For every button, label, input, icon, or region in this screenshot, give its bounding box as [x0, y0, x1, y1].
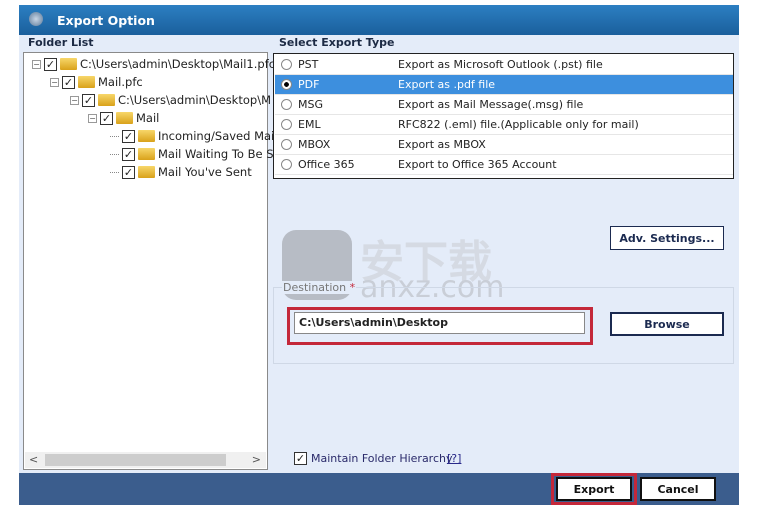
folder-icon: [138, 130, 155, 142]
tree-node[interactable]: ✓ Incoming/Saved Mai: [110, 129, 274, 143]
destination-label: Destination *: [282, 281, 357, 294]
option-name: MBOX: [298, 138, 331, 151]
folder-list-label: Folder List: [28, 36, 94, 49]
folder-icon: [116, 112, 133, 124]
collapse-icon[interactable]: −: [32, 59, 41, 69]
option-name: MSG: [298, 98, 323, 111]
option-description: Export as MBOX: [398, 138, 486, 151]
cancel-button[interactable]: Cancel: [640, 477, 716, 501]
export-type-option[interactable]: MBOX Export as MBOX: [275, 135, 733, 155]
tree-checkbox[interactable]: ✓: [122, 129, 135, 143]
option-description: Export to Office 365 Account: [398, 158, 557, 171]
tree-node-label: Incoming/Saved Mai: [158, 129, 275, 143]
scrollbar-thumb[interactable]: [45, 454, 226, 466]
help-link[interactable]: [?]: [447, 452, 461, 465]
tree-node-label: C:\Users\admin\Desktop\Mail1.pfc: [80, 57, 276, 71]
folder-tree[interactable]: − ✓ C:\Users\admin\Desktop\Mail1.pfc − ✓ Mail…: [23, 52, 275, 470]
folder-icon: [78, 76, 95, 88]
maintain-hierarchy-checkbox[interactable]: ✓: [294, 452, 307, 465]
radio-button[interactable]: [281, 159, 292, 170]
tree-line: [110, 171, 119, 173]
tree-node-label: Mail Waiting To Be S: [158, 147, 274, 161]
tree-node-label: Mail: [136, 111, 160, 125]
tree-node-label: Mail.pfc: [98, 75, 143, 89]
tree-node[interactable]: ✓ Mail You've Sent: [110, 165, 252, 179]
maintain-hierarchy-label: Maintain Folder Hierarchy: [311, 452, 453, 465]
tree-node[interactable]: − ✓ Mail: [88, 111, 159, 125]
browse-button[interactable]: Browse: [610, 312, 724, 336]
adv-settings-button[interactable]: Adv. Settings...: [610, 226, 724, 250]
export-type-option[interactable]: Office 365 Export to Office 365 Account: [275, 155, 733, 175]
tree-checkbox[interactable]: ✓: [82, 93, 95, 107]
tree-node[interactable]: ✓ Mail Waiting To Be S: [110, 147, 274, 161]
export-type-option[interactable]: MSG Export as Mail Message(.msg) file: [275, 95, 733, 115]
folder-icon: [60, 58, 77, 70]
option-description: RFC822 (.eml) file.(Applicable only for …: [398, 118, 639, 131]
export-button[interactable]: Export: [556, 477, 632, 501]
tree-checkbox[interactable]: ✓: [100, 111, 113, 125]
export-type-option[interactable]: PDF Export as .pdf file: [275, 75, 733, 95]
option-name: PST: [298, 58, 319, 71]
tree-node[interactable]: − ✓ Mail.pfc: [50, 75, 143, 89]
radio-button[interactable]: [281, 119, 292, 130]
tree-line: [110, 153, 119, 155]
collapse-icon[interactable]: −: [50, 77, 59, 87]
tree-checkbox[interactable]: ✓: [122, 165, 135, 179]
destination-input[interactable]: C:\Users\admin\Desktop: [294, 312, 585, 334]
folder-icon: [138, 166, 155, 178]
radio-button[interactable]: [281, 79, 292, 90]
window-title: Export Option: [57, 13, 155, 28]
title-bar: Export Option: [19, 5, 739, 35]
folder-icon: [138, 148, 155, 160]
export-type-list[interactable]: PST Export as Microsoft Outlook (.pst) fi…: [273, 53, 734, 179]
radio-button[interactable]: [281, 59, 292, 70]
tree-checkbox[interactable]: ✓: [44, 57, 57, 71]
radio-button[interactable]: [281, 139, 292, 150]
folder-icon: [98, 94, 115, 106]
option-description: Export as .pdf file: [398, 78, 496, 91]
export-type-option[interactable]: EML RFC822 (.eml) file.(Applicable only f…: [275, 115, 733, 135]
collapse-icon[interactable]: −: [70, 95, 79, 105]
app-icon: [29, 12, 43, 26]
tree-node[interactable]: − ✓ C:\Users\admin\Desktop\Mail1.pfc: [32, 57, 275, 71]
option-description: Export as Mail Message(.msg) file: [398, 98, 584, 111]
scroll-right-button[interactable]: >: [252, 453, 261, 466]
option-name: PDF: [298, 78, 320, 91]
option-name: EML: [298, 118, 321, 131]
tree-node-label: C:\Users\admin\Desktop\M: [118, 93, 271, 107]
tree-node-label: Mail You've Sent: [158, 165, 252, 179]
collapse-icon[interactable]: −: [88, 113, 97, 123]
export-type-label: Select Export Type: [279, 36, 395, 49]
tree-checkbox[interactable]: ✓: [122, 147, 135, 161]
radio-button[interactable]: [281, 99, 292, 110]
option-name: Office 365: [298, 158, 355, 171]
scroll-left-button[interactable]: <: [29, 453, 38, 466]
tree-node[interactable]: − ✓ C:\Users\admin\Desktop\M: [70, 93, 271, 107]
export-type-option[interactable]: PST Export as Microsoft Outlook (.pst) fi…: [275, 55, 733, 75]
tree-line: [110, 135, 119, 137]
horizontal-scrollbar[interactable]: < >: [25, 452, 266, 468]
option-description: Export as Microsoft Outlook (.pst) file: [398, 58, 603, 71]
tree-checkbox[interactable]: ✓: [62, 75, 75, 89]
